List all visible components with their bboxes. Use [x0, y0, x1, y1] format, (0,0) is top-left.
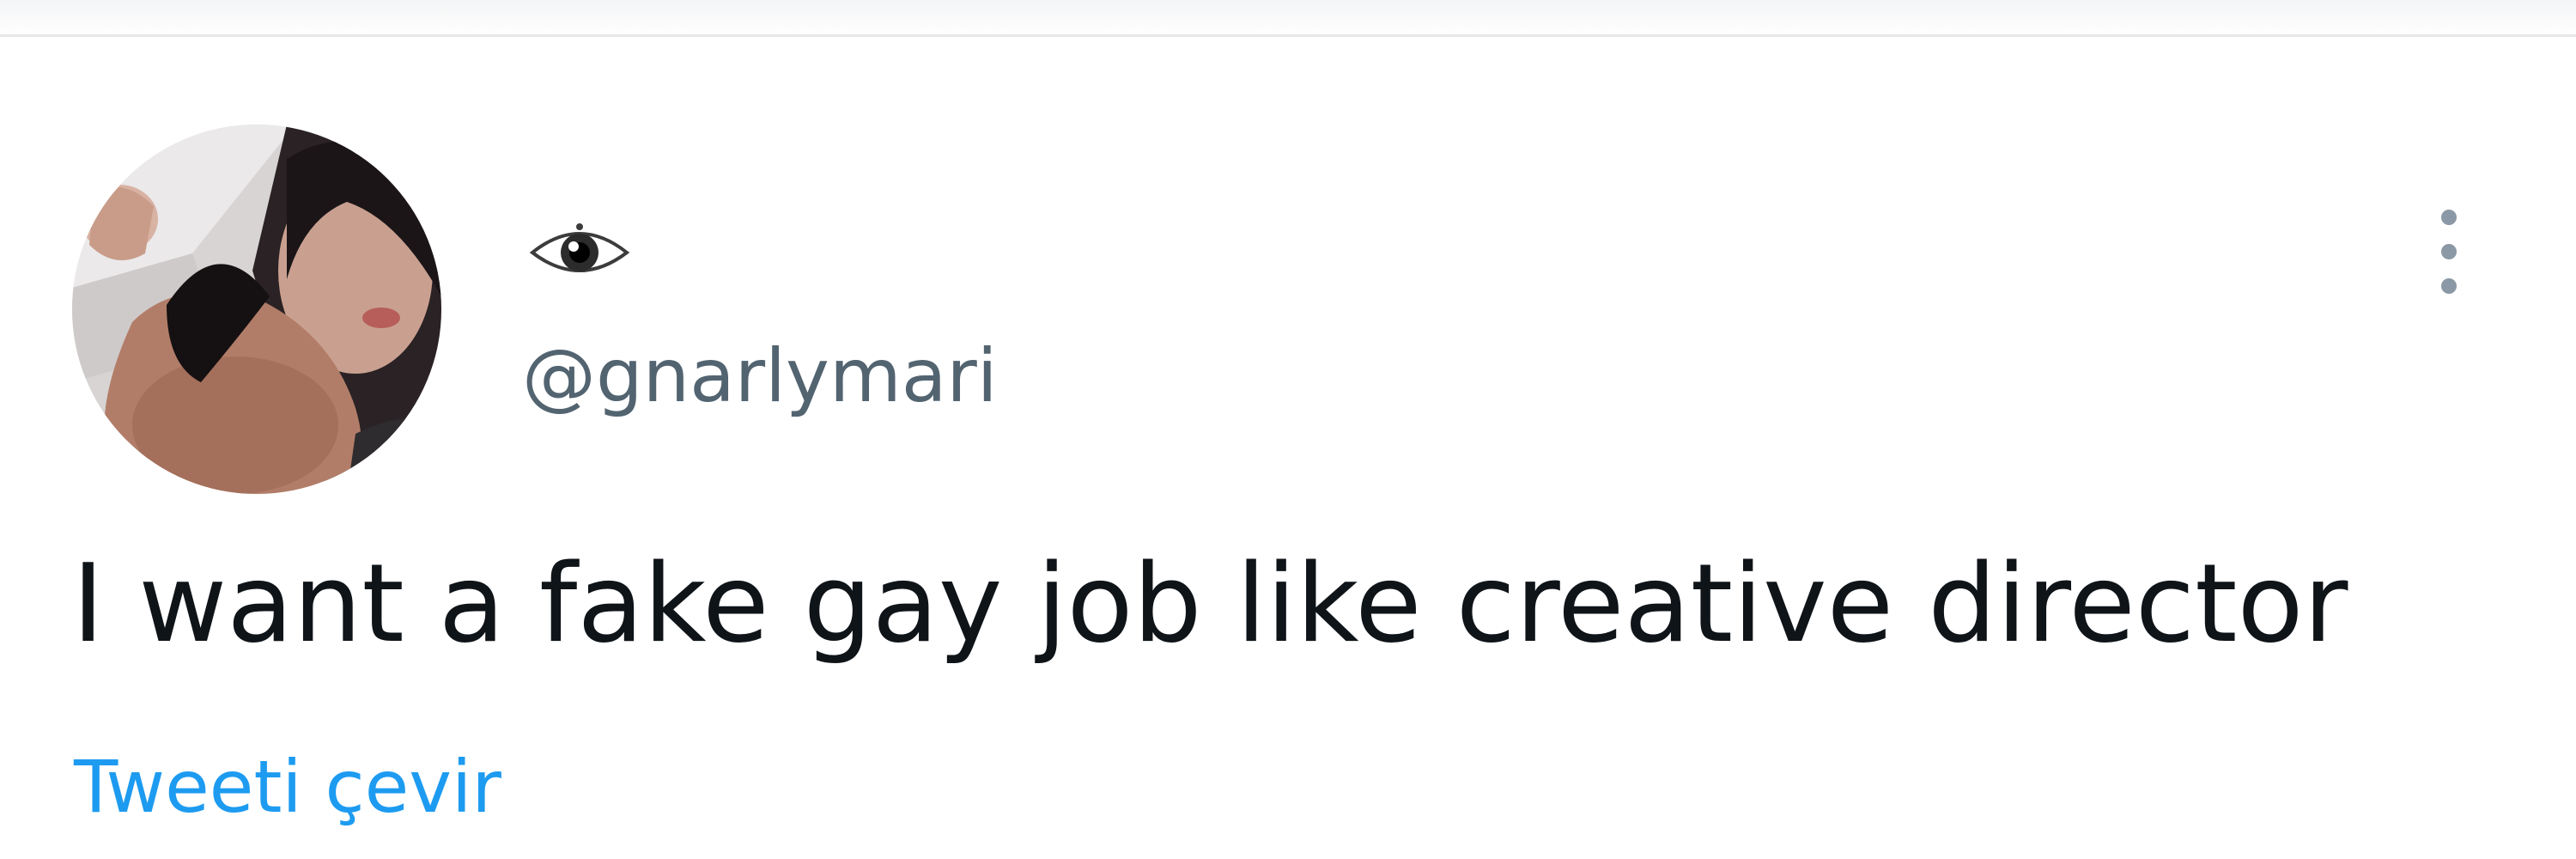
avatar-photo — [72, 125, 441, 494]
user-handle[interactable]: @gnarlymari — [522, 329, 998, 423]
translate-tweet-link[interactable]: Tweeti çevir — [74, 740, 501, 834]
eye-icon — [529, 223, 630, 272]
more-options-button[interactable] — [2415, 183, 2483, 320]
tweet-text: I want a fake gay job like creative dire… — [72, 540, 2348, 667]
display-name[interactable] — [524, 213, 635, 290]
top-divider — [0, 0, 2576, 37]
tweet-card[interactable]: @gnarlymari I want a fake gay job like c… — [0, 37, 2576, 859]
more-vertical-icon — [2441, 210, 2457, 294]
avatar[interactable] — [72, 125, 441, 494]
